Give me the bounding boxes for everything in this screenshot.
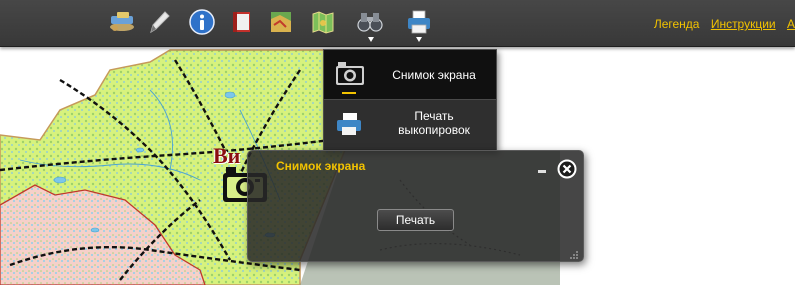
minimize-icon[interactable] bbox=[538, 170, 546, 173]
menu-item-screenshot[interactable]: Снимок экрана bbox=[324, 50, 496, 100]
panel-title: Снимок экрана bbox=[276, 159, 366, 173]
resize-grip-icon[interactable] bbox=[569, 247, 579, 259]
camera-icon bbox=[334, 61, 366, 92]
top-toolbar: Легенда Инструкции А bbox=[0, 0, 795, 47]
active-indicator bbox=[342, 92, 356, 94]
layers-tool-icon[interactable] bbox=[108, 9, 134, 35]
app-page: Ви Легенда Инструкции А Снимок экрана Пе… bbox=[0, 0, 795, 285]
truncated-link[interactable]: А bbox=[787, 17, 795, 31]
pencil-tool-icon[interactable] bbox=[146, 9, 172, 35]
printer-icon bbox=[334, 111, 366, 142]
printer-tool-icon[interactable] bbox=[405, 9, 431, 35]
menu-item-screenshot-label: Снимок экрана bbox=[392, 68, 476, 82]
binoculars-tool-icon[interactable] bbox=[356, 9, 383, 35]
screenshot-panel: Снимок экрана Печать bbox=[247, 150, 584, 262]
printer-dropdown-arrow-icon[interactable] bbox=[416, 37, 422, 42]
book-tool-icon[interactable] bbox=[229, 9, 255, 35]
instructions-link[interactable]: Инструкции bbox=[711, 17, 776, 31]
info-tool-icon[interactable] bbox=[189, 9, 215, 35]
menu-item-print-extracts-line2: выкопировок bbox=[398, 123, 470, 137]
print-button[interactable]: Печать bbox=[377, 209, 454, 231]
menu-item-print-extracts-line1: Печать bbox=[414, 109, 454, 123]
map-fold-tool-icon[interactable] bbox=[310, 9, 336, 35]
binoculars-dropdown-arrow-icon[interactable] bbox=[368, 37, 374, 42]
legend-link[interactable]: Легенда bbox=[654, 17, 700, 31]
top-links: Легенда Инструкции А bbox=[646, 17, 795, 31]
map-tool-icon[interactable] bbox=[268, 9, 294, 35]
menu-item-print-extracts-label: Печать выкопировок bbox=[376, 109, 492, 137]
menu-item-print-extracts[interactable]: Печать выкопировок bbox=[324, 100, 496, 149]
screenshot-dropdown-menu: Снимок экрана Печать выкопировок bbox=[323, 49, 497, 151]
close-icon[interactable] bbox=[557, 159, 577, 179]
